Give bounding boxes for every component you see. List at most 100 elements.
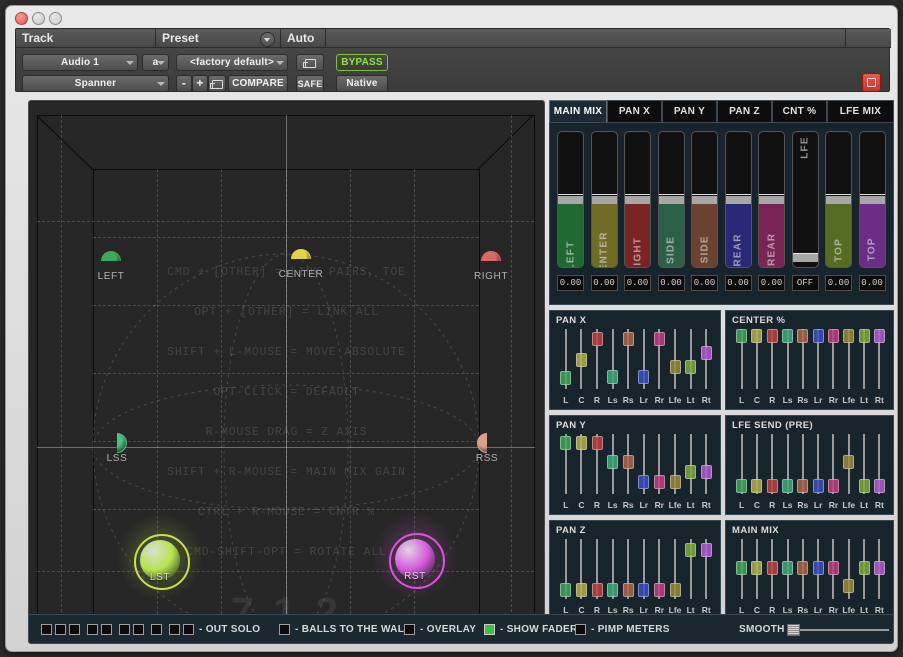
out-solo-checkbox-10[interactable] xyxy=(183,624,194,635)
fader-handle-lr[interactable] xyxy=(638,582,650,597)
fader-handle-l[interactable] xyxy=(736,479,748,494)
fader-handle-rs[interactable] xyxy=(622,582,634,597)
fader-handle-l[interactable] xyxy=(736,561,748,576)
meter-fader-cap[interactable] xyxy=(859,195,885,204)
out-solo-checkbox-3[interactable] xyxy=(69,624,80,635)
fader-handle-rt[interactable] xyxy=(700,346,712,361)
zoom-button[interactable] xyxy=(49,12,62,25)
fader-handle-lt[interactable] xyxy=(858,561,870,576)
meter-l-side[interactable]: L SIDE xyxy=(657,131,685,268)
fader-handle-rs[interactable] xyxy=(622,332,634,347)
fader-handle-c[interactable] xyxy=(751,479,763,494)
meter-value-center[interactable]: 0.00 xyxy=(590,275,618,291)
meter-r-side[interactable]: R SIDE xyxy=(691,131,718,268)
meter-right[interactable]: RIGHT xyxy=(624,131,651,268)
fader-handle-rr[interactable] xyxy=(653,582,665,597)
fader-handle-lr[interactable] xyxy=(812,329,824,343)
meter-fader-cap[interactable] xyxy=(658,195,684,204)
fader-handle-rr[interactable] xyxy=(827,329,839,343)
native-button[interactable]: Native xyxy=(336,75,388,92)
record-automation-button[interactable] xyxy=(862,73,881,92)
fader-handle-rt[interactable] xyxy=(873,329,885,343)
fader-handle-rs[interactable] xyxy=(622,454,634,469)
meter-value-lfe[interactable]: OFF xyxy=(791,275,819,291)
fader-handle-ls[interactable] xyxy=(782,479,794,494)
checkbox-show-faders[interactable] xyxy=(484,624,495,635)
out-solo-checkbox-6[interactable] xyxy=(119,624,130,635)
meter-fader-cap[interactable] xyxy=(591,195,617,204)
fader-handle-lfe[interactable] xyxy=(669,359,681,374)
out-solo-checkbox-7[interactable] xyxy=(133,624,144,635)
minimize-button[interactable] xyxy=(32,12,45,25)
automation-copy-icon[interactable] xyxy=(296,54,324,71)
fader-handle-rs[interactable] xyxy=(797,479,809,494)
fader-handle-lfe[interactable] xyxy=(843,454,855,469)
fader-handle-l[interactable] xyxy=(560,371,572,386)
meter-fader-cap[interactable] xyxy=(826,195,851,204)
out-solo-checkbox-8[interactable] xyxy=(151,624,162,635)
out-solo-checkbox-5[interactable] xyxy=(101,624,112,635)
fader-handle-rr[interactable] xyxy=(827,479,839,494)
meter-value-r-top[interactable]: 0.00 xyxy=(858,275,886,291)
fader-handle-r[interactable] xyxy=(591,332,603,347)
meter-center[interactable]: CENTER xyxy=(590,131,618,268)
meter-l-rear[interactable]: L REAR xyxy=(724,131,752,268)
fader-handle-lt[interactable] xyxy=(858,329,870,343)
safe-button[interactable]: SAFE xyxy=(296,75,324,92)
fader-handle-rt[interactable] xyxy=(873,561,885,576)
preset-copy-icon[interactable] xyxy=(208,75,226,92)
fader-handle-lt[interactable] xyxy=(685,542,697,557)
fader-handle-ls[interactable] xyxy=(782,561,794,576)
close-button[interactable] xyxy=(15,12,28,25)
fader-handle-c[interactable] xyxy=(575,436,587,451)
meter-left[interactable]: LEFT xyxy=(557,131,584,268)
fader-handle-lfe[interactable] xyxy=(669,582,681,597)
fader-handle-rr[interactable] xyxy=(653,475,665,490)
fader-handle-l[interactable] xyxy=(560,582,572,597)
tab-pan-y[interactable]: PAN Y xyxy=(662,100,717,122)
tab-lfe-mix[interactable]: LFE MIX xyxy=(827,100,894,122)
track-selector[interactable]: Audio 1 xyxy=(22,54,138,71)
fader-handle-lt[interactable] xyxy=(858,479,870,494)
fader-handle-r[interactable] xyxy=(766,329,778,343)
fader-handle-c[interactable] xyxy=(751,329,763,343)
fader-handle-rt[interactable] xyxy=(700,464,712,479)
fader-handle-r[interactable] xyxy=(766,561,778,576)
fader-handle-lt[interactable] xyxy=(685,359,697,374)
tab-pan-x[interactable]: PAN X xyxy=(607,100,662,122)
fader-handle-c[interactable] xyxy=(575,582,587,597)
tab-pan-z[interactable]: PAN Z xyxy=(717,100,772,122)
fader-handle-r[interactable] xyxy=(591,582,603,597)
out-solo-checkbox-4[interactable] xyxy=(87,624,98,635)
checkbox-pimp-meters[interactable] xyxy=(575,624,586,635)
meter-fader-cap[interactable] xyxy=(792,253,818,262)
fader-handle-l[interactable] xyxy=(736,329,748,343)
meter-value-r-rear[interactable]: 0.00 xyxy=(758,275,785,291)
fader-handle-ls[interactable] xyxy=(782,329,794,343)
meter-fader-cap[interactable] xyxy=(625,195,650,204)
meter-value-l-top[interactable]: 0.00 xyxy=(825,275,852,291)
fader-handle-ls[interactable] xyxy=(607,370,619,385)
fader-handle-lr[interactable] xyxy=(638,475,650,490)
fader-handle-rs[interactable] xyxy=(797,561,809,576)
compare-button[interactable]: COMPARE xyxy=(228,75,288,92)
fader-handle-lt[interactable] xyxy=(685,464,697,479)
fader-handle-lr[interactable] xyxy=(638,370,650,385)
tab-cnt[interactable]: CNT % xyxy=(772,100,827,122)
track-letter-selector[interactable]: a xyxy=(142,54,169,71)
bottom-toolbar[interactable]: - OUT SOLO - BALLS TO THE WALL - OVERLAY -… xyxy=(28,614,894,644)
fader-handle-r[interactable] xyxy=(766,479,778,494)
meter-value-right[interactable]: 0.00 xyxy=(624,275,651,291)
meter-value-left[interactable]: 0.00 xyxy=(557,275,584,291)
preset-next-button[interactable]: + xyxy=(192,75,208,92)
meter-fader-cap[interactable] xyxy=(558,195,583,204)
fader-handle-c[interactable] xyxy=(575,352,587,367)
fader-handle-lr[interactable] xyxy=(812,561,824,576)
preset-previous-button[interactable]: - xyxy=(176,75,192,92)
checkbox-overlay[interactable] xyxy=(404,624,415,635)
fader-handle-rt[interactable] xyxy=(700,542,712,557)
out-solo-checkbox-2[interactable] xyxy=(55,624,66,635)
out-solo-checkbox-1[interactable] xyxy=(41,624,52,635)
fader-handle-lfe[interactable] xyxy=(669,475,681,490)
fader-handle-ls[interactable] xyxy=(607,454,619,469)
